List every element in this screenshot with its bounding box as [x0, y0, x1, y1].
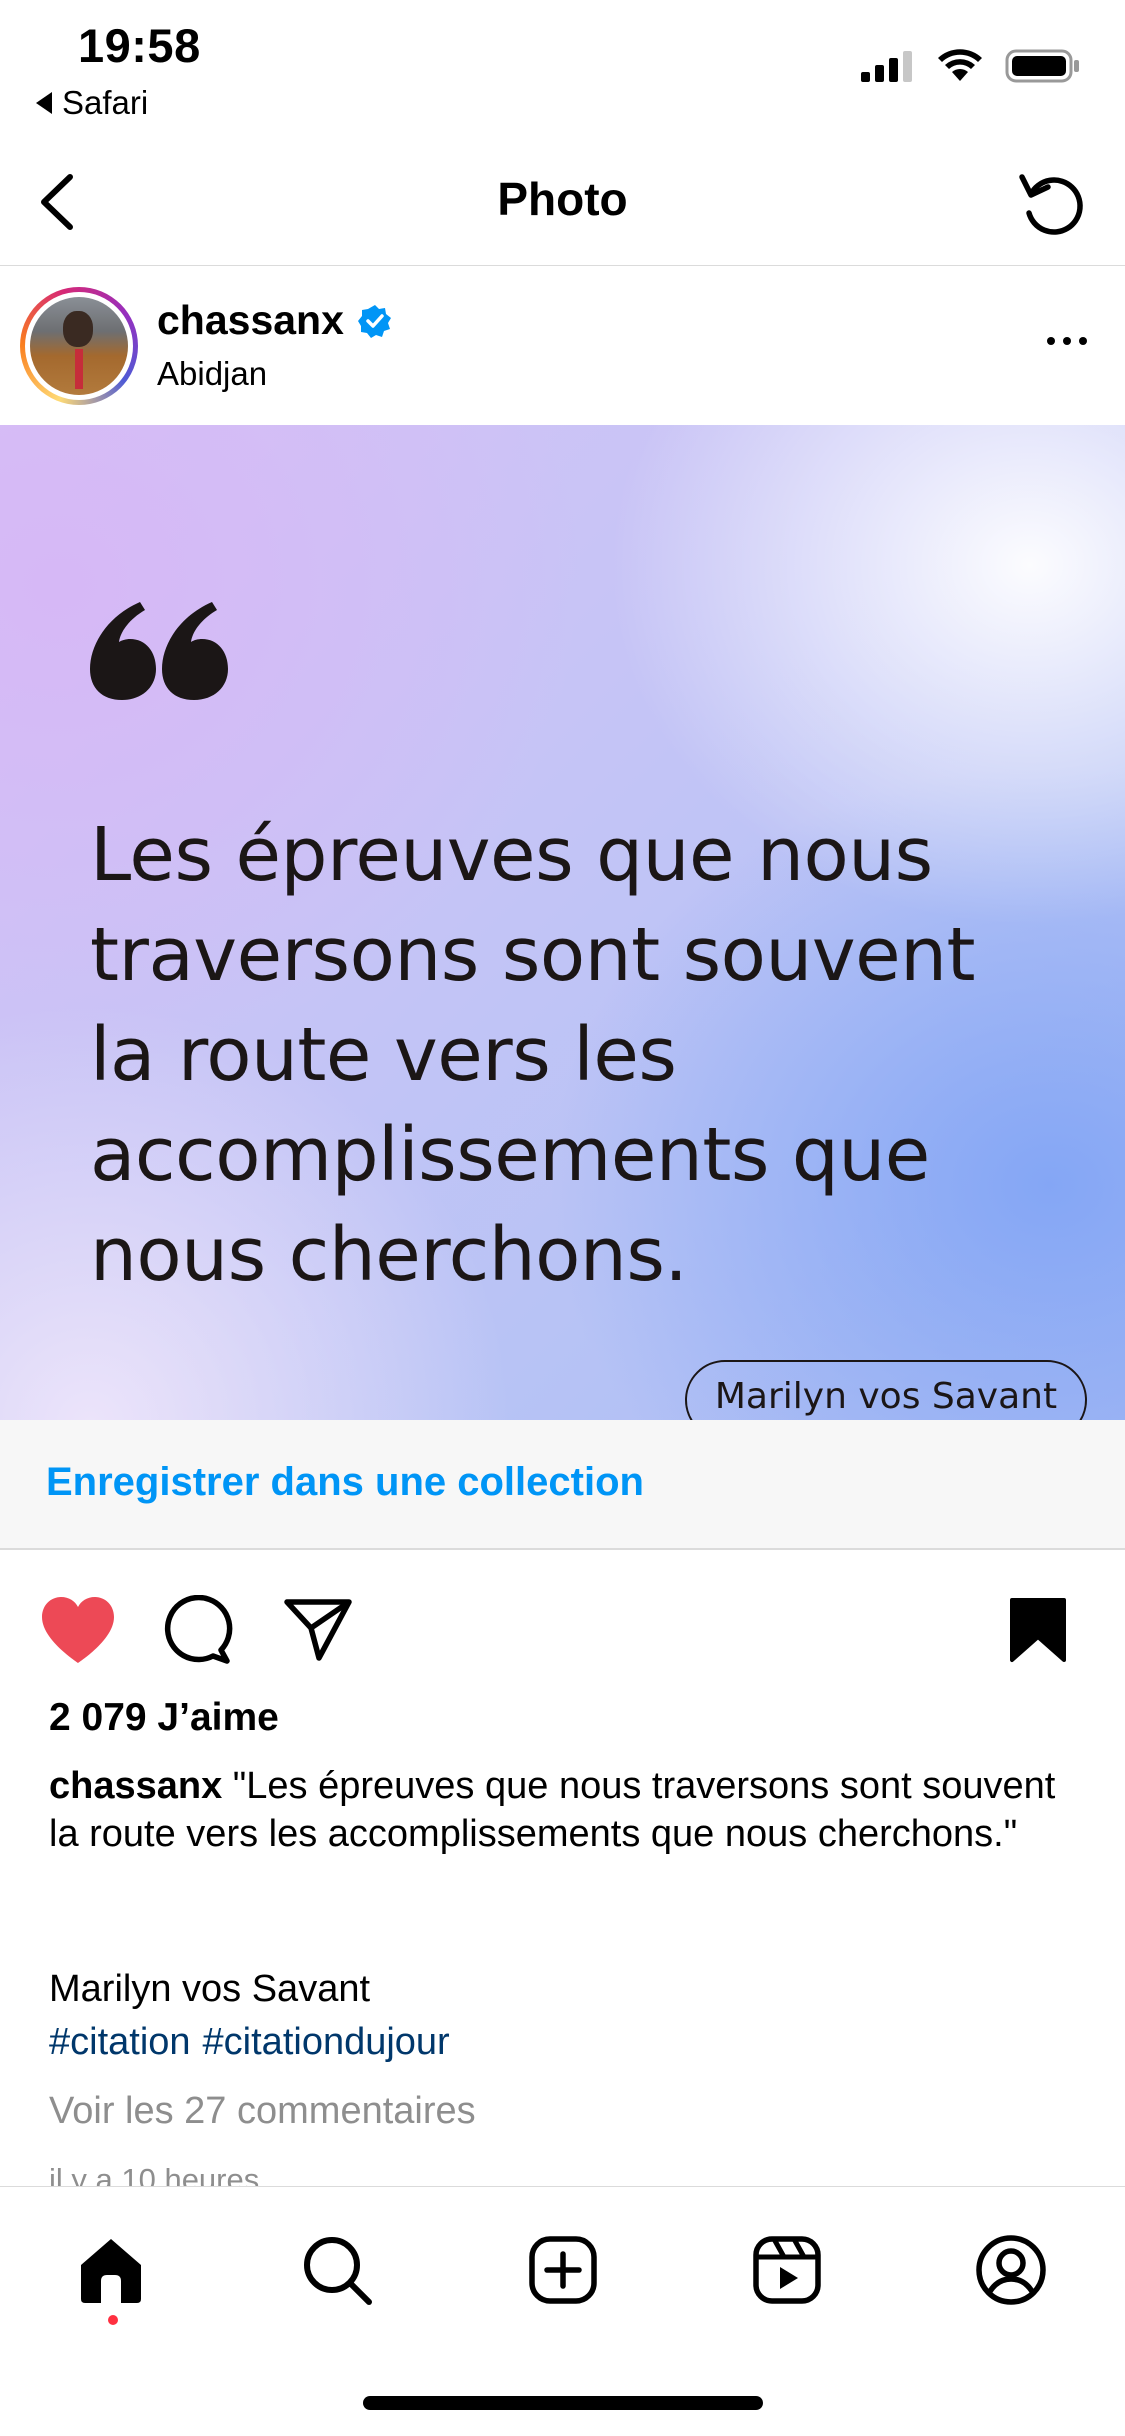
like-button[interactable]	[38, 1590, 118, 1670]
more-options-button[interactable]	[1035, 319, 1099, 363]
quote-text: Les épreuves que nous traversons sont so…	[90, 812, 976, 1298]
username[interactable]: chassanx	[157, 297, 344, 344]
hashtags: #citation #citationdujour	[49, 2021, 462, 2064]
view-comments-link[interactable]: Voir les 27 commentaires	[49, 2090, 476, 2133]
more-dot-icon	[1079, 337, 1087, 345]
reels-icon	[753, 2236, 821, 2304]
quote-author-pill: Marilyn vos Savant	[685, 1360, 1087, 1420]
save-to-collection-link[interactable]: Enregistrer dans une collection	[46, 1460, 644, 1505]
hashtag-link[interactable]: #citationdujour	[203, 2021, 450, 2063]
create-icon	[529, 2236, 597, 2304]
tab-create[interactable]	[518, 2225, 608, 2315]
photo-page: 19:58 Safari Photo chassanx Abidjan Les …	[0, 0, 1125, 2436]
search-icon	[304, 2237, 372, 2305]
likes-count[interactable]: 2 079 J’aime	[49, 1696, 279, 1740]
verified-badge-icon	[357, 304, 391, 338]
back-to-app[interactable]: Safari	[36, 84, 148, 122]
status-time: 19:58	[78, 19, 201, 72]
notification-dot	[108, 2315, 118, 2325]
tab-profile[interactable]	[966, 2225, 1056, 2315]
bookmark-icon	[1010, 1598, 1066, 1662]
post-actions	[0, 1570, 1125, 1680]
heart-icon	[42, 1597, 114, 1663]
nav-bar: Photo	[0, 140, 1125, 266]
home-indicator[interactable]	[363, 2396, 763, 2410]
share-icon	[284, 1599, 352, 1661]
post-header: chassanx Abidjan	[0, 267, 1125, 425]
story-ring[interactable]	[20, 287, 138, 405]
hashtag-link[interactable]: #citation	[49, 2021, 191, 2063]
page-title: Photo	[497, 173, 628, 225]
status-bar: 19:58 Safari	[0, 0, 1125, 140]
refresh-button[interactable]	[1009, 160, 1095, 246]
back-triangle-icon	[36, 92, 52, 114]
save-button[interactable]	[998, 1590, 1078, 1670]
more-dot-icon	[1047, 337, 1055, 345]
post-time: il y a 10 heures	[49, 2162, 260, 2186]
comment-button[interactable]	[158, 1590, 238, 1670]
avatar	[30, 297, 128, 395]
save-to-collection-bar: Enregistrer dans une collection	[0, 1420, 1125, 1550]
post-image[interactable]: Les épreuves que nous traversons sont so…	[0, 425, 1125, 1420]
signal-icon	[861, 51, 912, 82]
post-location[interactable]: Abidjan	[157, 355, 267, 393]
home-icon	[81, 2239, 141, 2303]
tab-reels[interactable]	[742, 2225, 832, 2315]
caption-username[interactable]: chassanx	[49, 1765, 222, 1807]
more-dot-icon	[1063, 337, 1071, 345]
share-button[interactable]	[278, 1590, 358, 1670]
username-row: chassanx	[157, 297, 392, 344]
status-icons	[859, 48, 1081, 84]
back-app-label: Safari	[62, 84, 149, 121]
wifi-icon	[938, 49, 982, 81]
quote-mark-icon	[90, 602, 228, 700]
caption-author: Marilyn vos Savant	[49, 1968, 371, 2010]
refresh-icon	[1019, 174, 1083, 235]
profile-icon	[976, 2235, 1046, 2305]
comment-icon	[164, 1595, 233, 1664]
tab-search[interactable]	[292, 2225, 382, 2315]
tab-home[interactable]	[66, 2225, 156, 2315]
caption: chassanx "Les épreuves que nous traverso…	[49, 1762, 1079, 1858]
battery-icon	[1005, 49, 1079, 83]
